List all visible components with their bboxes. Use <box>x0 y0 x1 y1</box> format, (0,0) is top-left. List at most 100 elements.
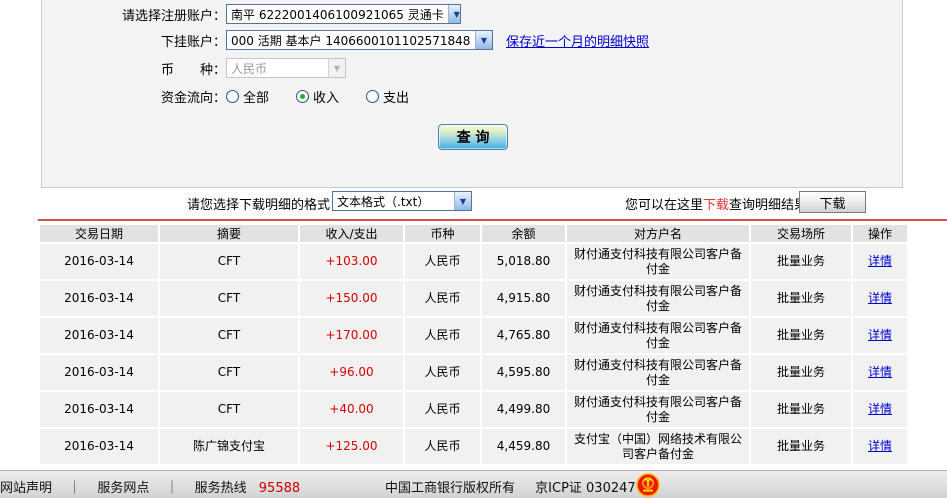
transaction-table: 交易日期 摘要 收入/支出 币种 余额 对方户名 交易场所 操作 2016-03-14 CFT +… <box>38 223 909 466</box>
sub-account-value: 000 活期 基本户 1406600101102571848 <box>231 33 471 48</box>
cell-date: 2016-03-14 <box>40 392 158 427</box>
table-row: 2016-03-14 CFT +103.00 人民币 5,018.80 财付通支付科技有限… <box>40 244 907 279</box>
cell-amount: +170.00 <box>300 318 403 353</box>
detail-link[interactable]: 详情 <box>868 254 892 268</box>
detail-link[interactable]: 详情 <box>868 402 892 416</box>
table-header-row: 交易日期 摘要 收入/支出 币种 余额 对方户名 交易场所 操作 <box>40 225 907 242</box>
footer-links: 网站声明 ｜ 服务网点 ｜ 服务热线 95588 <box>0 477 300 496</box>
cell-date: 2016-03-14 <box>40 355 158 390</box>
download-format-label: 请您选择下载明细的格式 <box>186 198 330 213</box>
footer-link-outlets[interactable]: 服务网点 <box>97 481 149 496</box>
cell-venue: 批量业务 <box>751 281 851 316</box>
table-row: 2016-03-14 CFT +96.00 人民币 4,595.80 财付通支付科技有限公… <box>40 355 907 390</box>
table-header-cell: 收入/支出 <box>300 225 403 242</box>
table-header-cell: 交易场所 <box>751 225 851 242</box>
detail-link[interactable]: 详情 <box>868 328 892 342</box>
cell-currency: 人民币 <box>405 244 480 279</box>
register-account-label: 请选择注册账户： <box>121 8 226 24</box>
register-account-select[interactable]: 南平 6222001406100921065 灵通卡 ▼ <box>226 4 461 24</box>
footer-icp: 京ICP证 030247号 <box>535 481 649 496</box>
cell-summary: CFT <box>160 244 298 279</box>
footer-separator: ｜ <box>165 481 179 496</box>
flow-option-income[interactable]: 收入 <box>296 87 339 106</box>
footer-copyright-block: 中国工商银行版权所有 京ICP证 030247号 <box>385 477 649 496</box>
download-button[interactable]: 下载 <box>799 191 866 213</box>
cell-amount: +103.00 <box>300 244 403 279</box>
flow-option-expense[interactable]: 支出 <box>366 87 409 106</box>
cell-date: 2016-03-14 <box>40 429 158 464</box>
cell-amount: +150.00 <box>300 281 403 316</box>
footer-separator: ｜ <box>68 481 82 496</box>
cell-counterparty: 财付通支付科技有限公司客户备付金 <box>567 392 749 427</box>
flow-option-all[interactable]: 全部 <box>226 87 269 106</box>
chevron-down-icon: ▼ <box>454 192 471 210</box>
radio-icon <box>226 89 239 103</box>
cell-balance: 4,915.80 <box>482 281 565 316</box>
table-row: 2016-03-14 CFT +150.00 人民币 4,915.80 财付通支付科技有限… <box>40 281 907 316</box>
download-format-value: 文本格式（.txt） <box>337 194 430 209</box>
sub-account-select[interactable]: 000 活期 基本户 1406600101102571848 ▼ <box>226 30 493 50</box>
cell-balance: 4,595.80 <box>482 355 565 390</box>
footer-hotline-number: 95588 <box>258 481 301 496</box>
cell-balance: 4,765.80 <box>482 318 565 353</box>
cell-currency: 人民币 <box>405 355 480 390</box>
detail-link[interactable]: 详情 <box>868 365 892 379</box>
cell-currency: 人民币 <box>405 392 480 427</box>
table-body: 2016-03-14 CFT +103.00 人民币 5,018.80 财付通支付科技有限… <box>40 244 907 464</box>
chevron-down-icon: ▼ <box>328 59 345 77</box>
cell-summary: CFT <box>160 392 298 427</box>
cell-venue: 批量业务 <box>751 429 851 464</box>
cell-date: 2016-03-14 <box>40 281 158 316</box>
cell-balance: 4,459.80 <box>482 429 565 464</box>
query-form-panel: 请选择注册账户： 南平 6222001406100921065 灵通卡 ▼ 下挂… <box>41 0 903 188</box>
table-row: 2016-03-14 陈广锦支付宝 +125.00 人民币 4,459.80 支付宝（中国… <box>40 429 907 464</box>
flow-option-income-label: 收入 <box>313 90 340 106</box>
query-button[interactable]: 查 询 <box>438 124 508 150</box>
cell-amount: +40.00 <box>300 392 403 427</box>
cell-currency: 人民币 <box>405 281 480 316</box>
cell-action: 详情 <box>853 281 907 316</box>
table-header-cell: 摘要 <box>160 225 298 242</box>
table-row: 2016-03-14 CFT +40.00 人民币 4,499.80 财付通支付科技有限公… <box>40 392 907 427</box>
table-row: 2016-03-14 CFT +170.00 人民币 4,765.80 财付通支付科技有限… <box>40 318 907 353</box>
download-row: 请您选择下载明细的格式 文本格式（.txt） ▼ 您可以在这里下载查询明细结果 … <box>0 190 947 214</box>
footer-hotline-label: 服务热线 <box>194 481 247 496</box>
cell-currency: 人民币 <box>405 429 480 464</box>
cell-venue: 批量业务 <box>751 355 851 390</box>
cell-counterparty: 财付通支付科技有限公司客户备付金 <box>567 244 749 279</box>
table-header-cell: 余额 <box>482 225 565 242</box>
snapshot-link[interactable]: 保存近一个月的明细快照 <box>506 31 649 50</box>
flow-option-expense-label: 支出 <box>383 90 410 106</box>
radio-icon <box>296 89 310 103</box>
cell-amount: +96.00 <box>300 355 403 390</box>
cell-action: 详情 <box>853 429 907 464</box>
table-header-cell: 对方户名 <box>567 225 749 242</box>
footer-link-statement[interactable]: 网站声明 <box>0 481 52 496</box>
fund-flow-row: 资金流向： 全部 收入 支出 <box>42 85 902 107</box>
cell-currency: 人民币 <box>405 318 480 353</box>
flow-option-all-label: 全部 <box>243 90 270 106</box>
footer-copyright: 中国工商银行版权所有 <box>385 481 516 496</box>
cell-action: 详情 <box>853 318 907 353</box>
sub-account-row: 下挂账户： 000 活期 基本户 1406600101102571848 ▼ 保… <box>42 29 902 51</box>
cell-date: 2016-03-14 <box>40 244 158 279</box>
cell-venue: 批量业务 <box>751 244 851 279</box>
detail-link[interactable]: 详情 <box>868 291 892 305</box>
download-format-select[interactable]: 文本格式（.txt） ▼ <box>332 191 472 211</box>
cell-action: 详情 <box>853 355 907 390</box>
download-hint-link[interactable]: 下载 <box>703 198 729 213</box>
cell-counterparty: 财付通支付科技有限公司客户备付金 <box>567 281 749 316</box>
detail-link[interactable]: 详情 <box>868 439 892 453</box>
currency-label: 币 种： <box>160 62 226 78</box>
cell-summary: 陈广锦支付宝 <box>160 429 298 464</box>
register-account-row: 请选择注册账户： 南平 6222001406100921065 灵通卡 ▼ <box>42 3 902 25</box>
cell-balance: 5,018.80 <box>482 244 565 279</box>
table-header-cell: 操作 <box>853 225 907 242</box>
cell-counterparty: 支付宝（中国）网络技术有限公司客户备付金 <box>567 429 749 464</box>
cell-action: 详情 <box>853 392 907 427</box>
red-divider <box>38 219 947 221</box>
footer: 网站声明 ｜ 服务网点 ｜ 服务热线 95588 中国工商银行版权所有 京ICP… <box>0 470 947 498</box>
cell-counterparty: 财付通支付科技有限公司客户备付金 <box>567 318 749 353</box>
chevron-down-icon: ▼ <box>475 31 492 49</box>
table-header-cell: 交易日期 <box>40 225 158 242</box>
